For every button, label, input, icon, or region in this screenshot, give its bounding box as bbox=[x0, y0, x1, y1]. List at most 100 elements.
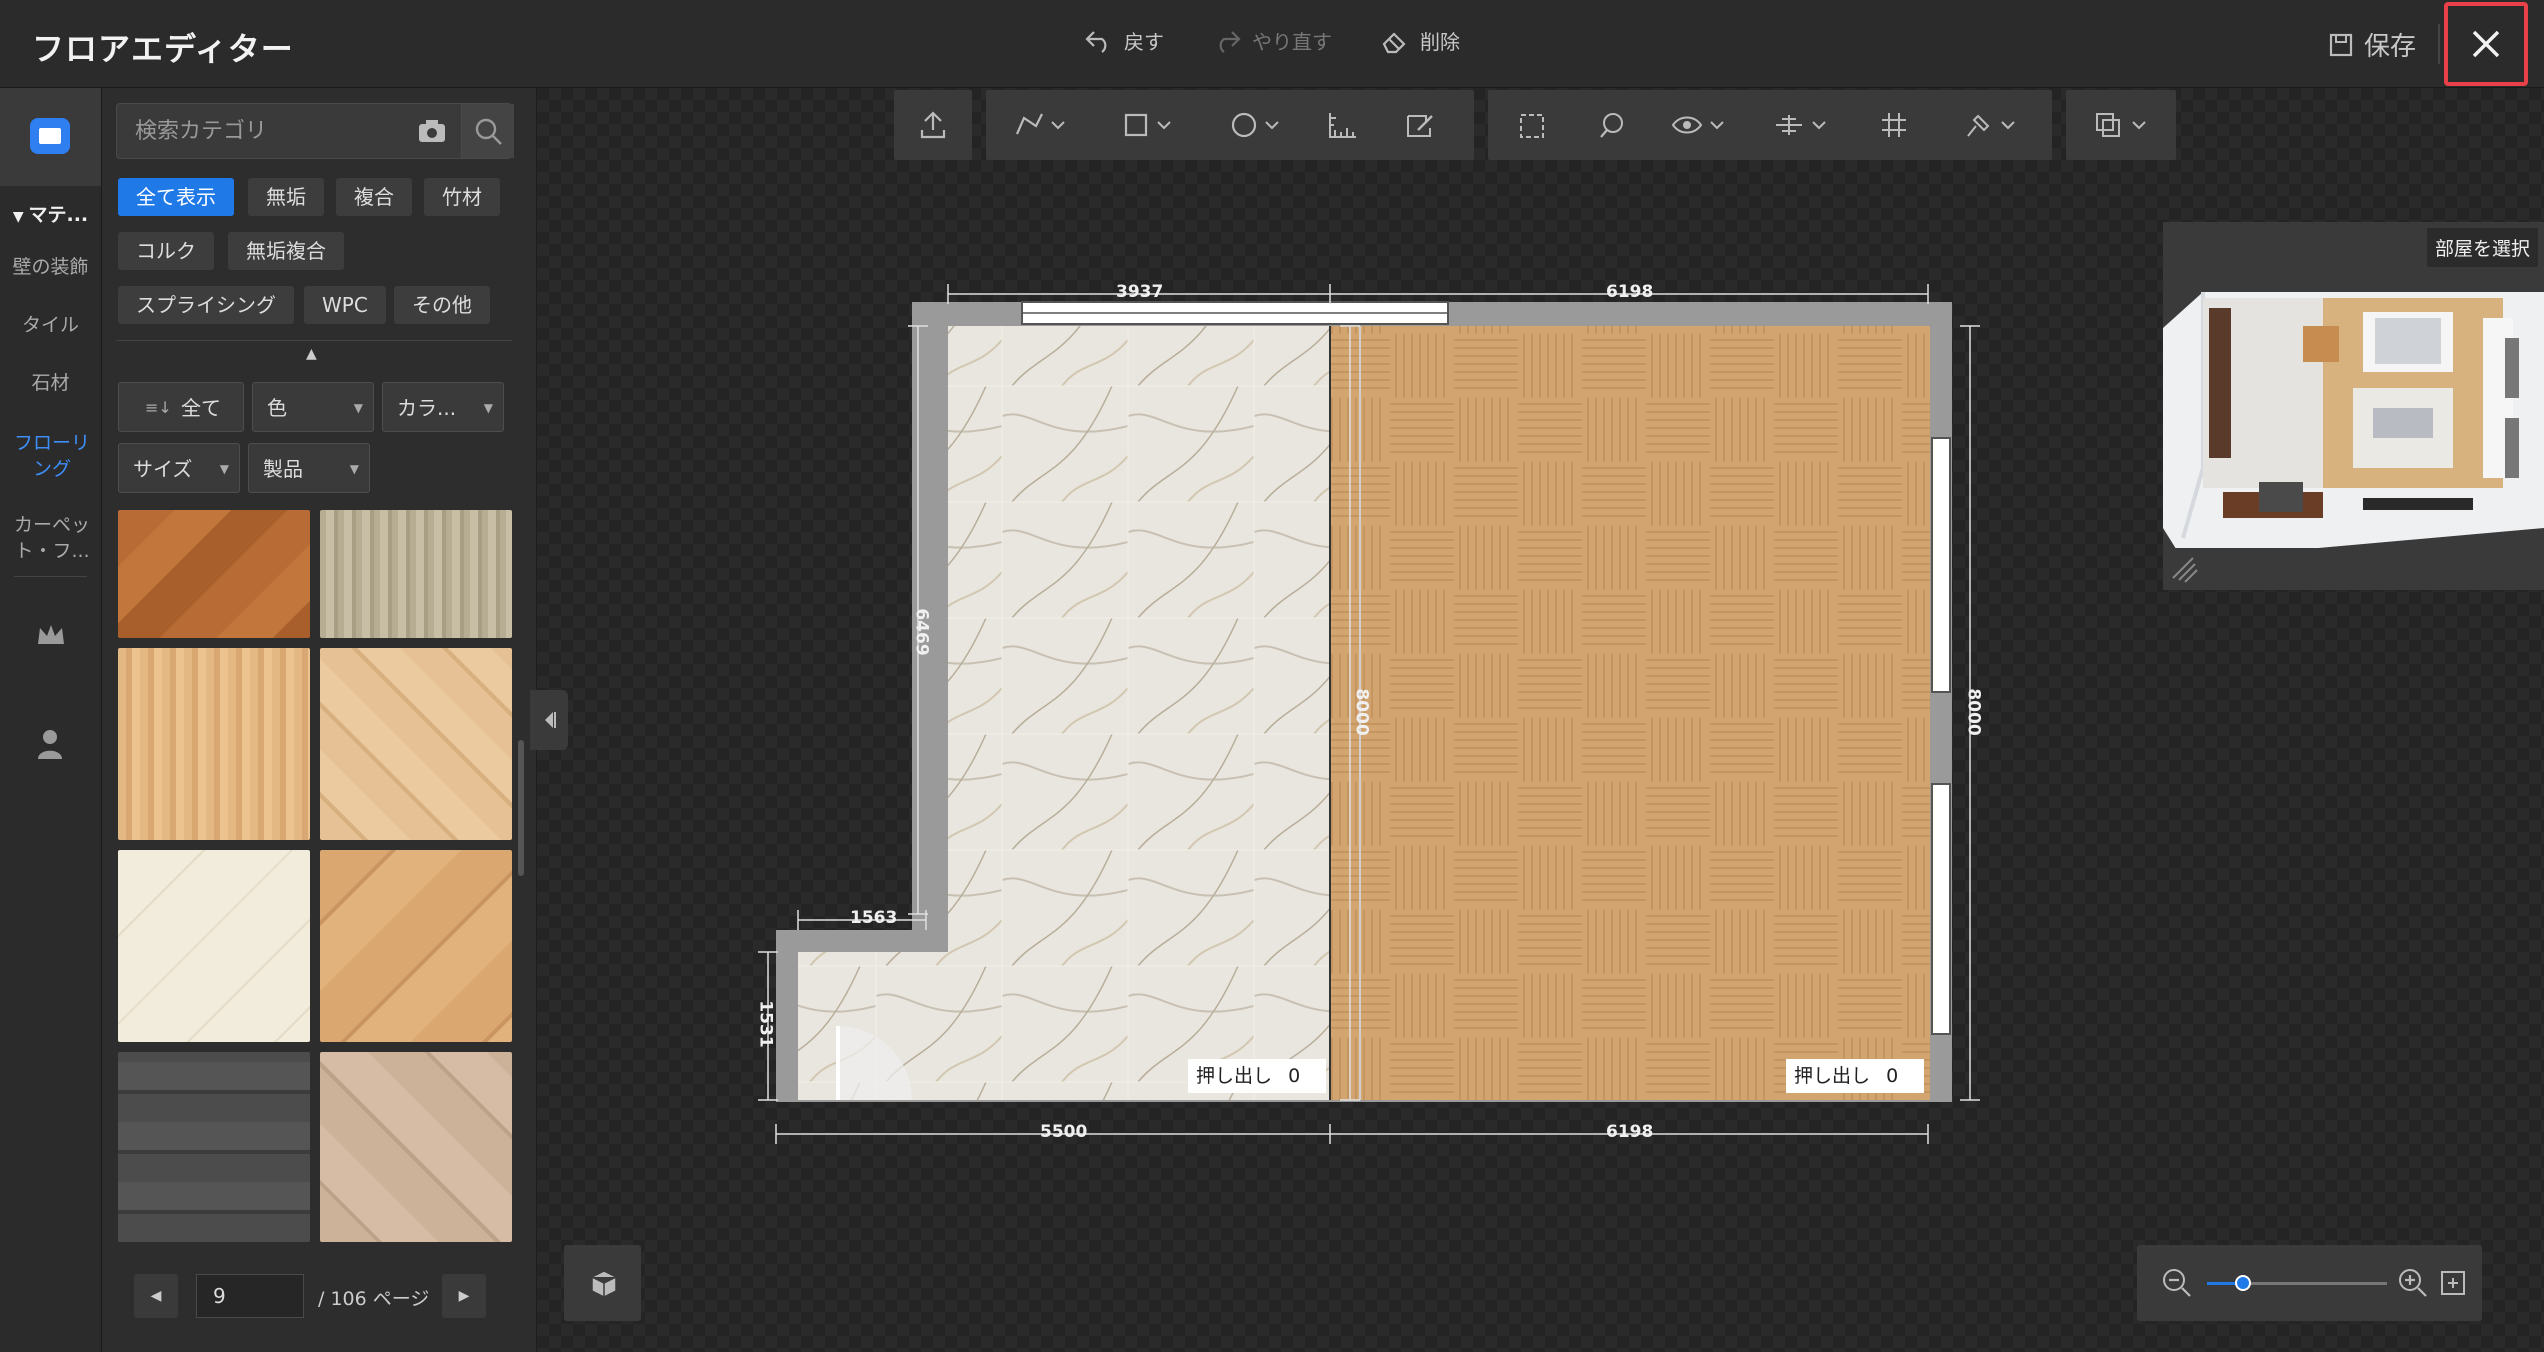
zoom-slider-track[interactable] bbox=[2207, 1275, 2387, 1291]
eraser-icon bbox=[1382, 31, 1406, 53]
redo-button[interactable]: やり直す bbox=[1212, 26, 1332, 55]
undo-button[interactable]: 戻す bbox=[1084, 26, 1164, 55]
brush-icon bbox=[1967, 114, 2015, 137]
search-input[interactable] bbox=[117, 104, 407, 158]
page-total-label: / 106 ページ bbox=[318, 1288, 430, 1310]
color-scheme-dropdown[interactable]: カラ... ▼ bbox=[382, 382, 504, 432]
material-swatch[interactable] bbox=[320, 510, 512, 638]
upload-button[interactable] bbox=[894, 90, 972, 160]
draw-circle-tool[interactable] bbox=[1216, 90, 1296, 160]
visibility-tool[interactable] bbox=[1658, 90, 1738, 160]
chevron-left-icon: ◀ bbox=[150, 1288, 162, 1304]
circle-icon bbox=[1231, 112, 1279, 138]
chip-cork[interactable]: コルク bbox=[118, 232, 214, 270]
caret-down-icon: ▼ bbox=[12, 209, 29, 225]
page-number-input[interactable] bbox=[196, 1274, 304, 1318]
material-swatch[interactable] bbox=[118, 1052, 310, 1242]
rail-item-stone[interactable]: 石材 bbox=[0, 370, 101, 396]
product-dropdown[interactable]: 製品 ▼ bbox=[248, 443, 370, 493]
grid-tool[interactable] bbox=[1864, 90, 1924, 160]
caret-down-icon: ▼ bbox=[219, 462, 229, 476]
chip-other[interactable]: その他 bbox=[394, 286, 490, 324]
extrude-value[interactable]: 0 bbox=[1886, 1059, 1916, 1093]
layers-tool[interactable] bbox=[2078, 90, 2164, 160]
align-tool[interactable] bbox=[1760, 90, 1840, 160]
material-swatch[interactable] bbox=[118, 510, 310, 638]
search-button[interactable] bbox=[461, 104, 514, 158]
zoom-in-icon[interactable] bbox=[2397, 1267, 2429, 1299]
save-button[interactable]: 保存 bbox=[2328, 26, 2416, 63]
color-dropdown[interactable]: 色 ▼ bbox=[252, 382, 374, 432]
edit-tool[interactable] bbox=[1390, 90, 1450, 160]
zoom-control bbox=[2137, 1245, 2482, 1321]
save-label: 保存 bbox=[2364, 32, 2417, 62]
room-3d-preview bbox=[2163, 292, 2544, 548]
rail-materials-header[interactable]: ▼ マテ... bbox=[0, 202, 101, 230]
store-icon bbox=[30, 118, 70, 154]
panel-scrollbar[interactable] bbox=[518, 740, 524, 876]
delete-label: 削除 bbox=[1420, 30, 1460, 54]
user-icon[interactable] bbox=[36, 728, 64, 760]
room-preview-minimap[interactable]: 部屋を選択 bbox=[2163, 222, 2544, 590]
dimension-label: 6198 bbox=[1606, 282, 1654, 302]
extrude-label: 押し出し bbox=[1196, 1065, 1273, 1087]
window[interactable] bbox=[1931, 783, 1951, 1035]
chip-solid-wood[interactable]: 無垢 bbox=[248, 178, 324, 216]
rail-item-tile[interactable]: タイル bbox=[0, 312, 101, 338]
caret-down-icon: ▼ bbox=[483, 401, 493, 415]
material-swatch[interactable] bbox=[118, 850, 310, 1042]
material-swatch[interactable] bbox=[118, 648, 310, 840]
fit-to-screen-icon[interactable] bbox=[2439, 1269, 2467, 1297]
sort-all-dropdown[interactable]: ≡↓ 全て bbox=[118, 382, 244, 432]
select-room-button[interactable]: 部屋を選択 bbox=[2426, 228, 2538, 267]
paint-tool[interactable] bbox=[1944, 90, 2034, 160]
collapse-panel-button[interactable] bbox=[530, 690, 568, 750]
draw-wall-tool[interactable] bbox=[1000, 90, 1080, 160]
extrude-field-marble[interactable]: 押し出し 0 bbox=[1188, 1059, 1327, 1093]
measure-tool[interactable] bbox=[1312, 90, 1372, 160]
chevron-right-icon: ▶ bbox=[458, 1288, 470, 1304]
eye-icon bbox=[1671, 116, 1724, 134]
resize-handle-icon[interactable] bbox=[2169, 554, 2199, 584]
rail-tab-materials[interactable] bbox=[0, 88, 101, 186]
view-3d-button[interactable] bbox=[564, 1245, 641, 1321]
chip-all[interactable]: 全て表示 bbox=[118, 178, 234, 216]
chip-bamboo[interactable]: 竹材 bbox=[424, 178, 500, 216]
app-title: フロアエディター bbox=[32, 30, 294, 68]
crown-icon[interactable] bbox=[36, 622, 66, 648]
size-dropdown[interactable]: サイズ ▼ bbox=[118, 443, 240, 493]
size-label: サイズ bbox=[133, 457, 193, 481]
material-swatch[interactable] bbox=[320, 1052, 512, 1242]
delete-button[interactable]: 削除 bbox=[1380, 26, 1460, 55]
draw-rect-tool[interactable] bbox=[1108, 90, 1188, 160]
room-parquet[interactable] bbox=[1330, 326, 1930, 1100]
search-area-tool[interactable] bbox=[1582, 90, 1642, 160]
extrude-field-parquet[interactable]: 押し出し 0 bbox=[1786, 1059, 1925, 1093]
zoom-out-icon[interactable] bbox=[2161, 1267, 2193, 1299]
rail-item-wall-decor[interactable]: 壁の装飾 bbox=[0, 254, 101, 280]
chip-solid-composite[interactable]: 無垢複合 bbox=[228, 232, 344, 270]
close-icon bbox=[2472, 30, 2500, 58]
left-rail: ▼ マテ... 壁の装飾 タイル 石材 フローリング カーペット・フ... bbox=[0, 88, 102, 1352]
collapse-up-icon[interactable]: ▲ bbox=[306, 346, 317, 362]
next-page-button[interactable]: ▶ bbox=[442, 1274, 486, 1318]
upload-icon bbox=[920, 111, 946, 139]
window[interactable] bbox=[1931, 437, 1951, 693]
chip-splicing[interactable]: スプライシング bbox=[118, 286, 294, 324]
room-marble[interactable] bbox=[798, 326, 1330, 1100]
camera-icon[interactable] bbox=[417, 118, 447, 144]
close-button[interactable] bbox=[2444, 2, 2528, 86]
prev-page-button[interactable]: ◀ bbox=[134, 1274, 178, 1318]
extrude-value[interactable]: 0 bbox=[1288, 1059, 1318, 1093]
zoom-slider-thumb[interactable] bbox=[2235, 1275, 2251, 1291]
rail-item-carpet[interactable]: カーペット・フ... bbox=[10, 512, 94, 564]
rail-item-flooring[interactable]: フローリング bbox=[12, 430, 92, 482]
floor-plan[interactable] bbox=[750, 270, 2010, 1150]
select-area-tool[interactable] bbox=[1502, 90, 1562, 160]
chip-composite[interactable]: 複合 bbox=[336, 178, 412, 216]
tool-group-import bbox=[894, 90, 972, 160]
chip-wpc[interactable]: WPC bbox=[304, 286, 386, 324]
color-label: 色 bbox=[267, 396, 287, 420]
material-swatch[interactable] bbox=[320, 850, 512, 1042]
material-swatch[interactable] bbox=[320, 648, 512, 840]
